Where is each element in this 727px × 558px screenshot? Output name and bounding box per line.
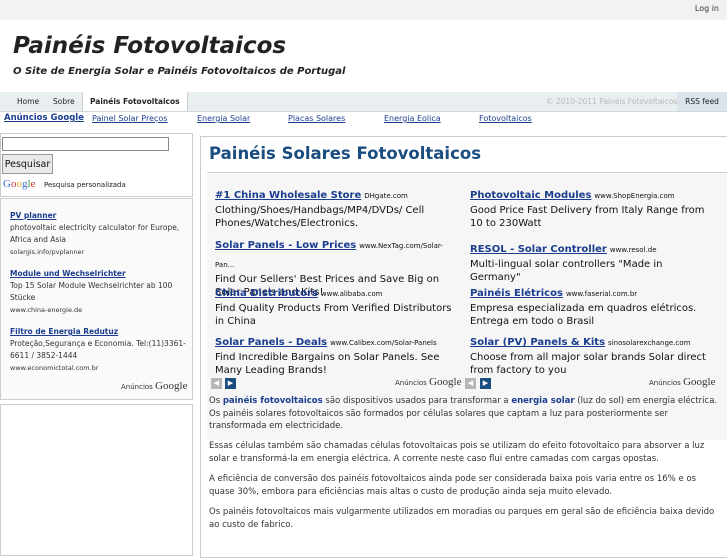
ad-title[interactable]: Solar Panels - Deals (215, 337, 327, 348)
ad-desc: Empresa especializada em quadros elétric… (470, 303, 697, 327)
ad-url[interactable]: www.ShopEnergia.com (594, 192, 674, 200)
sidebar-ad-desc: Proteção,Segurança e Economia. Tel:(11)3… (10, 339, 186, 360)
article-paragraph: Essas células também são chamadas célula… (209, 441, 705, 464)
sidebar-ad-title[interactable]: Filtro de Energia Redutuz (10, 326, 188, 338)
sidebar-ad-url[interactable]: solargis.info/pvplanner (10, 246, 188, 258)
anuncios-google-badge[interactable]: Anúncios Google (395, 376, 461, 388)
sidebar-ad-title[interactable]: PV planner (10, 210, 188, 222)
nav-paineis-fotovoltaicos[interactable]: Painéis Fotovoltaicos (82, 92, 188, 111)
ad-unit: #1 China Wholesale Store DHgate.com Cloth… (215, 183, 460, 230)
ad-desc: Find Incredible Bargains on Solar Panels… (215, 352, 440, 376)
search-input[interactable] (2, 137, 169, 151)
pesquisa-personalizada-label: Pesquisa personalizada (44, 181, 126, 189)
search-button[interactable]: Pesquisar (2, 154, 53, 174)
ad-link-painel-solar-precos[interactable]: Painel Solar Preços (92, 114, 167, 123)
search-widget: Pesquisar Google Pesquisa personalizada (0, 133, 193, 197)
ad-links-bar: Anúncios Google Painel Solar Preços Ener… (0, 112, 727, 126)
keyword-link[interactable]: energia solar (511, 396, 574, 406)
ad-unit: Photovoltaic Modules www.ShopEnergia.com … (470, 183, 715, 230)
article-paragraph: A eficiência de conversão dos painéis fo… (209, 474, 697, 497)
ad-url[interactable]: www.Calibex.com/Solar-Panels (330, 339, 437, 347)
site-tagline: O Site de Energia Solar e Painéis Fotovo… (13, 66, 346, 77)
ad-desc: Clothing/Shoes/Handbags/MP4/DVDs/ Cell P… (215, 205, 425, 229)
ad-desc: Find Quality Products From Verified Dist… (215, 303, 452, 327)
main-content: Painéis Solares Fotovoltaicos #1 China W… (200, 136, 727, 558)
ad-unit: Solar Panels - Deals www.Calibex.com/Sola… (215, 330, 460, 377)
ad-prev-arrow-icon[interactable]: ◀ (211, 378, 222, 389)
nav-sobre[interactable]: Sobre (46, 92, 82, 111)
ad-unit: China Distributors www.alibaba.com Find Q… (215, 281, 460, 328)
sidebar-ad-title[interactable]: Module und Wechselrichter (10, 268, 188, 280)
login-link[interactable]: Log in (695, 4, 719, 13)
top-bar: Log in (0, 0, 727, 21)
ad-url[interactable]: sinosolarexchange.com (608, 339, 690, 347)
sidebar-ad: Filtro de Energia Redutuz Proteção,Segur… (10, 326, 188, 374)
google-logo: Google (3, 178, 36, 190)
title-divider (207, 172, 727, 173)
ad-link-placas-solares[interactable]: Placas Solares (288, 114, 345, 123)
ad-next-arrow-icon[interactable]: ▶ (225, 378, 236, 389)
copyright-text: © 2010-2011 Painéis Fotovoltaicos (546, 97, 678, 106)
ad-link-fotovoltaicos[interactable]: Fotovoltaicos (479, 114, 532, 123)
rss-feed-link[interactable]: RSS feed (677, 92, 727, 111)
ad-title[interactable]: Painéis Elétricos (470, 288, 563, 299)
ad-link-energia-solar[interactable]: Energia Solar (197, 114, 250, 123)
sidebar-ad-desc: photovoltaic electricity calculator for … (10, 223, 180, 244)
anuncios-google-label[interactable]: Anúncios Google (4, 113, 84, 123)
site-header: Painéis Fotovoltaicos O Site de Energia … (0, 20, 727, 92)
ad-title[interactable]: #1 China Wholesale Store (215, 190, 361, 201)
sidebar-ad: Module und Wechselrichter Top 15 Solar M… (10, 268, 188, 316)
ad-next-arrow-icon[interactable]: ▶ (480, 378, 491, 389)
ad-url[interactable]: DHgate.com (364, 192, 408, 200)
ad-url[interactable]: www.faserial.com.br (566, 290, 637, 298)
ad-unit: Solar (PV) Panels & Kits sinosolarexchang… (470, 330, 715, 377)
ad-url[interactable]: www.alibaba.com (321, 290, 383, 298)
ad-unit: Painéis Elétricos www.faserial.com.br Emp… (470, 281, 715, 328)
nav-home[interactable]: Home (10, 92, 46, 111)
sidebar-ads: PV planner photovoltaic electricity calc… (0, 198, 193, 400)
ad-title[interactable]: Solar (PV) Panels & Kits (470, 337, 605, 348)
ad-title[interactable]: China Distributors (215, 288, 318, 299)
sidebar-ad: PV planner photovoltaic electricity calc… (10, 210, 188, 258)
main-nav: Home Sobre Painéis Fotovoltaicos © 2010-… (0, 92, 727, 112)
sidebar-empty-box (0, 404, 193, 556)
article-paragraph: Os painéis fotovoltaicos mais vulgarment… (209, 507, 715, 530)
ad-prev-arrow-icon[interactable]: ◀ (465, 378, 476, 389)
ad-title[interactable]: Photovoltaic Modules (470, 190, 591, 201)
page-title: Painéis Solares Fotovoltaicos (209, 144, 482, 163)
sidebar-ad-url[interactable]: www.china-energie.de (10, 304, 188, 316)
ad-title[interactable]: Solar Panels - Low Prices (215, 240, 356, 251)
ad-url[interactable]: www.resol.de (610, 246, 657, 254)
ad-desc: Choose from all major solar brands Solar… (470, 352, 706, 376)
ad-link-energia-eolica[interactable]: Energia Eolica (384, 114, 441, 123)
sidebar-ad-desc: Top 15 Solar Module Wechselrichter ab 10… (10, 281, 173, 302)
anuncios-google-badge[interactable]: Anúncios Google (649, 376, 715, 388)
keyword-link[interactable]: painéis fotovoltaicos (223, 396, 323, 406)
ad-title[interactable]: RESOL - Solar Controller (470, 244, 607, 255)
site-title[interactable]: Painéis Fotovoltaicos (13, 33, 286, 59)
ad-unit: RESOL - Solar Controller www.resol.de Mul… (470, 237, 715, 284)
ad-desc: Good Price Fast Delivery from Italy Rang… (470, 205, 705, 229)
article-paragraph: Os painéis fotovoltaicos são dispositivo… (209, 396, 718, 431)
sidebar-ad-url[interactable]: www.economictotal.com.br (10, 362, 188, 374)
anuncios-google-badge[interactable]: Anúncios Google (121, 380, 187, 392)
